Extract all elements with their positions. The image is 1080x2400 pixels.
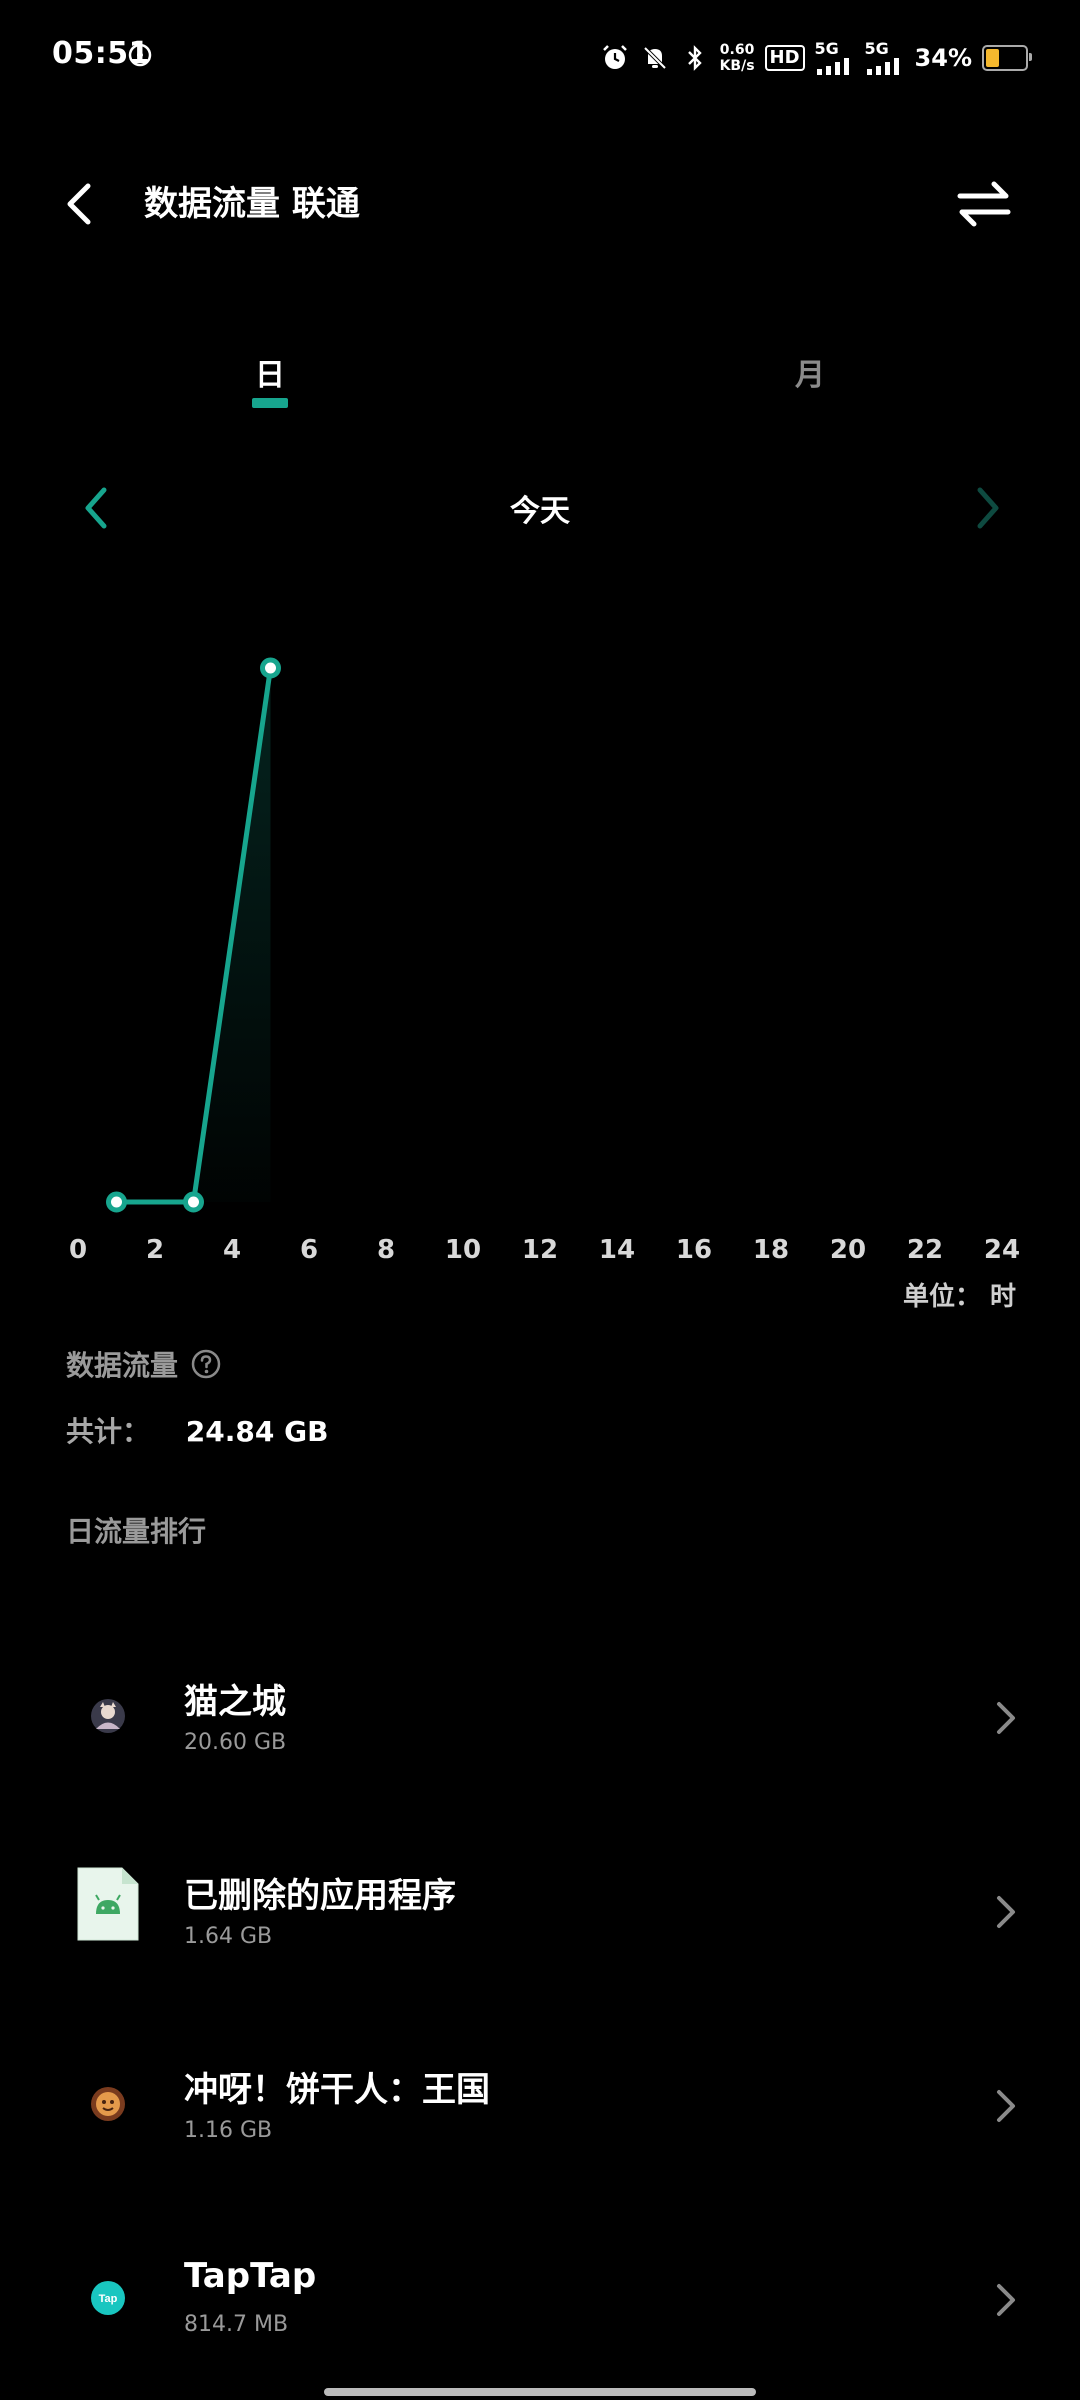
screen: 05:51 0.60 KB/s HD 5G 5G 34% 数据流量 联通 日 月… bbox=[0, 0, 1080, 2400]
chevron-right-icon bbox=[997, 1896, 1015, 1928]
chart-unit-label: 单位： 时 bbox=[902, 1282, 1016, 1312]
app-usage: 1.64 GB bbox=[184, 1924, 273, 1949]
battery-icon bbox=[982, 45, 1032, 71]
app-usage: 20.60 GB bbox=[184, 1730, 287, 1755]
help-icon[interactable] bbox=[190, 1348, 222, 1380]
section-label-text: 数据流量 bbox=[66, 1349, 179, 1382]
app-name: 猫之城 bbox=[184, 1682, 286, 1722]
total-usage-row: 共计： 24.84 GB bbox=[66, 1410, 328, 1450]
total-value: 24.84 GB bbox=[185, 1415, 329, 1448]
chart-x-tick-label: 10 bbox=[445, 1235, 481, 1265]
network-speed-value: 0.60 bbox=[719, 42, 755, 58]
date-label: 今天 bbox=[510, 494, 570, 529]
bluetooth-icon bbox=[687, 45, 702, 71]
hd-voice-badge: HD bbox=[764, 45, 805, 71]
chart-x-tick-label: 18 bbox=[753, 1235, 789, 1265]
tab-active-indicator bbox=[252, 398, 288, 408]
daily-usage-chart: 0 2 4 6 8 10 12 14 16 18 20 22 24 bbox=[69, 657, 1020, 1265]
chart-x-tick-label: 16 bbox=[676, 1235, 712, 1265]
tab-day[interactable]: 日 bbox=[230, 350, 310, 394]
chart-x-tick-label: 6 bbox=[300, 1235, 318, 1265]
signal-bars-icon bbox=[816, 58, 849, 75]
next-day-chevron-icon[interactable] bbox=[968, 480, 1008, 536]
signal-sim2: 5G bbox=[865, 41, 905, 75]
app-list-item[interactable]: Tap TapTap 814.7 MB bbox=[0, 2208, 1080, 2388]
app-name: TapTap bbox=[184, 2256, 317, 2296]
previous-day-chevron-icon[interactable] bbox=[76, 480, 116, 536]
status-bar: 05:51 0.60 KB/s HD 5G 5G 34% bbox=[0, 0, 1080, 112]
app-usage: 814.7 MB bbox=[184, 2312, 289, 2337]
hotspot-icon bbox=[128, 43, 152, 67]
chart-x-tick-label: 22 bbox=[907, 1235, 943, 1265]
battery-fill bbox=[986, 49, 999, 67]
app-name: 已删除的应用程序 bbox=[184, 1876, 456, 1916]
chevron-right-icon bbox=[997, 2284, 1015, 2316]
mute-bell-icon bbox=[643, 46, 666, 70]
chart-data-point bbox=[183, 1191, 204, 1213]
switch-sim-icon[interactable] bbox=[952, 172, 1016, 236]
signal-bars-icon bbox=[866, 58, 899, 75]
network-speed: 0.60 KB/s bbox=[720, 42, 755, 74]
chevron-right-icon bbox=[997, 2090, 1015, 2122]
battery-percent: 34% bbox=[914, 44, 972, 72]
taptap-app-icon: Tap bbox=[74, 2264, 142, 2332]
chart-x-tick-label: 20 bbox=[830, 1235, 866, 1265]
chart-data-point bbox=[260, 657, 281, 679]
chart-x-tick-label: 0 bbox=[69, 1235, 87, 1265]
chevron-right-icon bbox=[997, 1702, 1015, 1734]
signal-sim1: 5G bbox=[815, 41, 855, 75]
status-icons: 0.60 KB/s HD 5G 5G 34% bbox=[600, 34, 1032, 82]
app-usage: 1.16 GB bbox=[184, 2118, 273, 2143]
chart-x-tick-label: 12 bbox=[522, 1235, 558, 1265]
chart-x-tick-label: 4 bbox=[223, 1235, 241, 1265]
data-usage-section-label: 数据流量 bbox=[66, 1344, 222, 1384]
app-name: 冲呀！饼干人：王国 bbox=[184, 2070, 490, 2110]
back-arrow-icon[interactable] bbox=[56, 172, 104, 236]
chart-data-point bbox=[106, 1191, 127, 1213]
android-app-icon bbox=[74, 1867, 142, 1941]
alarm-icon bbox=[602, 45, 627, 69]
home-indicator[interactable] bbox=[324, 2388, 756, 2396]
app-list-item[interactable]: 猫之城 20.60 GB bbox=[0, 1626, 1080, 1806]
daily-ranking-label: 日流量排行 bbox=[66, 1515, 207, 1548]
tab-month[interactable]: 月 bbox=[770, 350, 850, 394]
signal-label-1: 5G bbox=[814, 39, 839, 58]
taptap-icon-text: Tap bbox=[99, 2293, 118, 2305]
page-title: 数据流量 联通 bbox=[144, 184, 360, 224]
signal-label-2: 5G bbox=[864, 39, 889, 58]
chart-x-tick-label: 24 bbox=[984, 1235, 1020, 1265]
cookie-run-app-icon bbox=[74, 2070, 142, 2138]
chart-x-tick-label: 14 bbox=[599, 1235, 635, 1265]
chart-x-tick-label: 8 bbox=[377, 1235, 395, 1265]
chart-x-tick-label: 2 bbox=[146, 1235, 164, 1265]
app-list-item[interactable]: 冲呀！饼干人：王国 1.16 GB bbox=[0, 2014, 1080, 2194]
cat-city-app-icon bbox=[74, 1682, 142, 1750]
app-list-item[interactable]: 已删除的应用程序 1.64 GB bbox=[0, 1820, 1080, 2000]
total-label: 共计： bbox=[66, 1415, 151, 1448]
network-speed-unit: KB/s bbox=[719, 58, 755, 74]
